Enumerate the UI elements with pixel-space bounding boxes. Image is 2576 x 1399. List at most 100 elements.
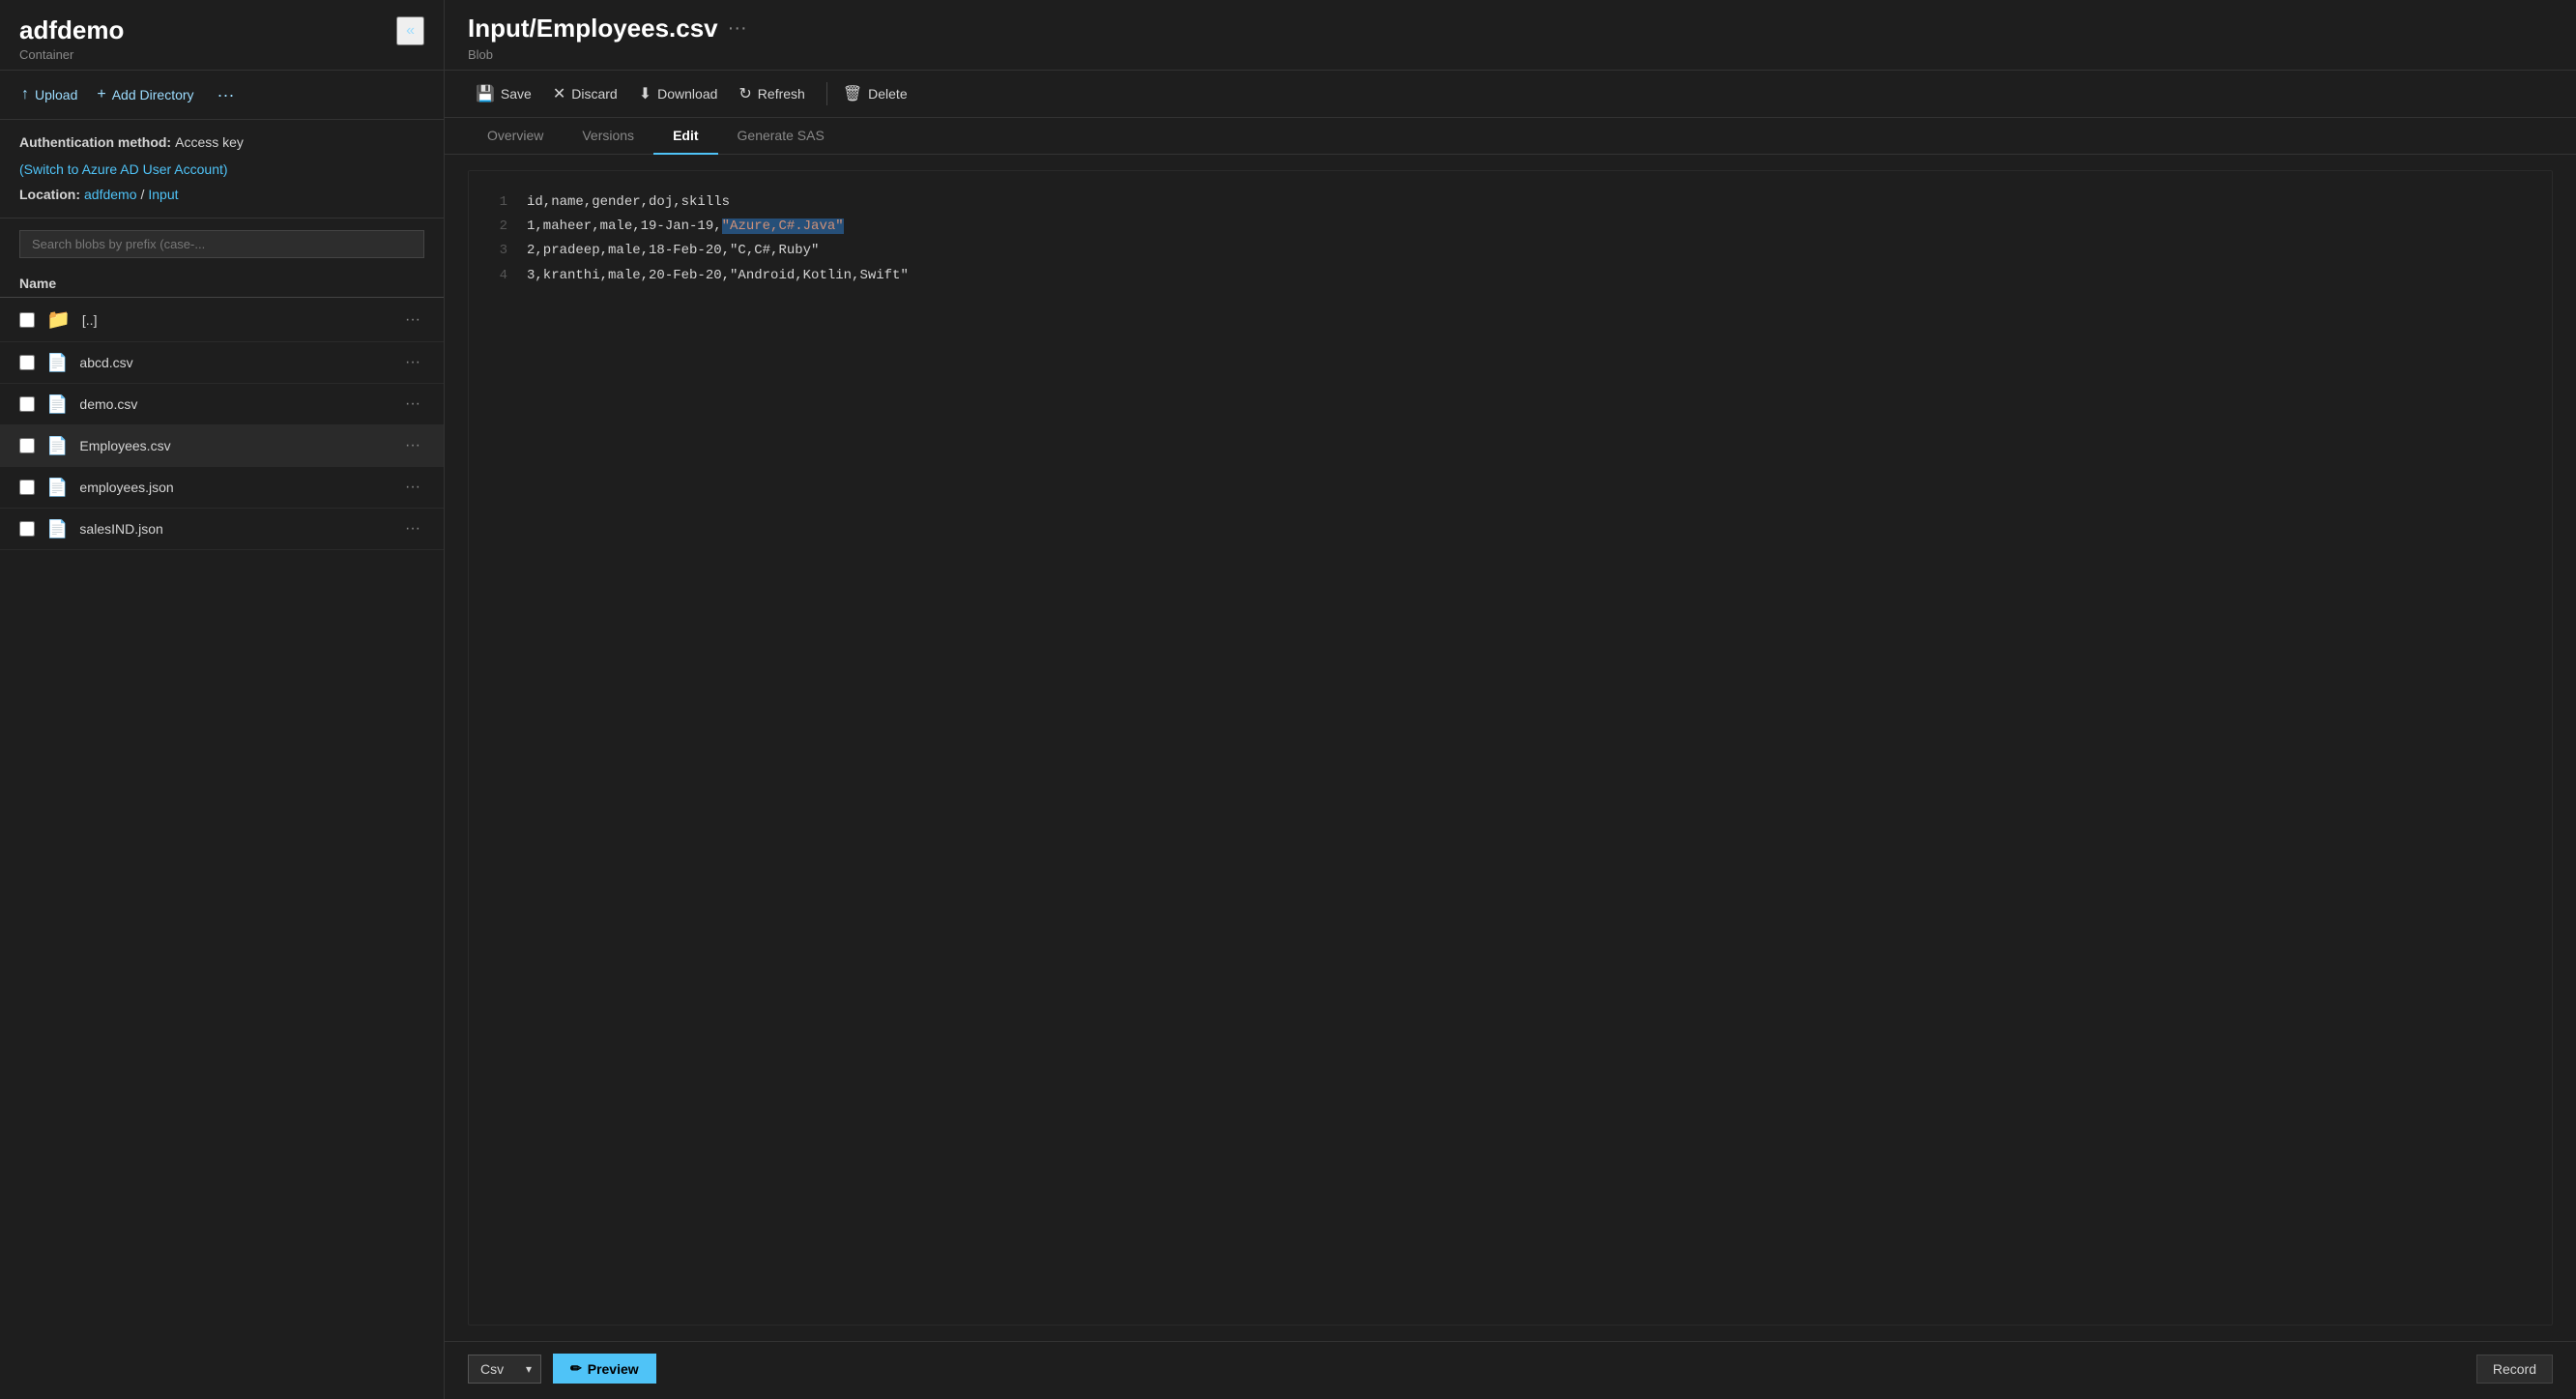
file-list-header: Name <box>0 270 444 298</box>
file-name: abcd.csv <box>79 355 390 370</box>
file-checkbox[interactable] <box>19 355 35 370</box>
file-checkbox[interactable] <box>19 438 35 453</box>
refresh-label: Refresh <box>758 86 805 102</box>
file-type-badge: Blob <box>468 47 2553 62</box>
line-content: id,name,gender,doj,skills <box>527 190 730 215</box>
code-line-4: 4 3,kranthi,male,20-Feb-20,"Android,Kotl… <box>488 264 2533 288</box>
file-more-button[interactable]: ··· <box>401 352 424 373</box>
container-title-row: adfdemo « <box>19 15 424 45</box>
left-panel: adfdemo « Container ↑ Upload + Add Direc… <box>0 0 445 1399</box>
discard-label: Discard <box>571 86 617 102</box>
collapse-button[interactable]: « <box>396 16 424 45</box>
file-more-button[interactable]: ··· <box>401 309 424 331</box>
doc-icon: 📄 <box>46 394 68 415</box>
code-editor: 1 id,name,gender,doj,skills 2 1,maheer,m… <box>468 170 2553 1326</box>
file-checkbox[interactable] <box>19 480 35 495</box>
refresh-button[interactable]: ↻ Refresh <box>731 80 818 107</box>
list-item[interactable]: 📄 salesIND.json ··· <box>0 509 444 550</box>
add-directory-label: Add Directory <box>112 87 194 102</box>
file-checkbox[interactable] <box>19 521 35 537</box>
tab-overview[interactable]: Overview <box>468 118 563 155</box>
list-item[interactable]: 📄 employees.json ··· <box>0 467 444 509</box>
location-separator: / <box>140 184 144 207</box>
search-input[interactable] <box>19 230 424 258</box>
download-button[interactable]: ⬇ Download <box>631 80 732 107</box>
preview-button[interactable]: ✏ Preview <box>553 1354 656 1384</box>
auth-switch-link[interactable]: (Switch to Azure AD User Account) <box>19 159 228 182</box>
bottom-bar: Csv Json Text ▾ ✏ Preview <box>445 1341 2576 1399</box>
format-select[interactable]: Csv Json Text <box>468 1355 541 1384</box>
discard-icon: ✕ <box>553 84 565 103</box>
list-item[interactable]: 📁 [..] ··· <box>0 298 444 342</box>
save-label: Save <box>501 86 532 102</box>
auth-method-line: Authentication method: Access key (Switc… <box>19 131 424 182</box>
list-item[interactable]: 📄 demo.csv ··· <box>0 384 444 425</box>
highlight-string: "Azure,C#.Java" <box>722 219 844 234</box>
toolbar-more-button[interactable]: ··· <box>212 83 241 107</box>
upload-icon: ↑ <box>21 86 29 103</box>
doc-icon: 📄 <box>46 353 68 373</box>
preview-label: Preview <box>588 1361 639 1377</box>
file-name: [..] <box>82 312 390 328</box>
add-directory-button[interactable]: + Add Directory <box>95 82 195 107</box>
auth-method-label: Authentication method: <box>19 131 171 155</box>
upload-label: Upload <box>35 87 77 102</box>
file-more-button[interactable]: ··· <box>401 435 424 456</box>
file-checkbox[interactable] <box>19 312 35 328</box>
line-number: 1 <box>488 190 507 215</box>
format-select-wrapper: Csv Json Text ▾ <box>468 1355 541 1384</box>
auth-method-value: Access key <box>175 131 244 155</box>
refresh-icon: ↻ <box>738 84 751 103</box>
list-item[interactable]: 📄 abcd.csv ··· <box>0 342 444 384</box>
file-name: employees.json <box>79 480 390 495</box>
code-line-2: 2 1,maheer,male,19-Jan-19,"Azure,C#.Java… <box>488 215 2533 239</box>
line-number: 2 <box>488 215 507 239</box>
line-number: 3 <box>488 239 507 263</box>
toolbar-separator <box>826 82 827 105</box>
delete-button[interactable]: 🗑 Delete <box>835 80 921 107</box>
file-list: 📁 [..] ··· 📄 abcd.csv ··· 📄 demo.csv ···… <box>0 298 444 1399</box>
download-label: Download <box>657 86 717 102</box>
upload-button[interactable]: ↑ Upload <box>19 82 79 107</box>
location-link-adfdemo[interactable]: adfdemo <box>84 184 136 207</box>
code-line-3: 3 2,pradeep,male,18-Feb-20,"C,C#,Ruby" <box>488 239 2533 263</box>
record-button[interactable]: Record <box>2476 1355 2553 1384</box>
file-title-more-button[interactable]: ··· <box>728 17 747 40</box>
doc-icon: 📄 <box>46 478 68 498</box>
right-panel: Input/Employees.csv ··· Blob 💾 Save ✕ Di… <box>445 0 2576 1399</box>
download-icon: ⬇ <box>639 84 651 103</box>
right-toolbar: 💾 Save ✕ Discard ⬇ Download ↻ Refresh 🗑 … <box>445 71 2576 118</box>
location-label: Location: <box>19 184 80 207</box>
save-button[interactable]: 💾 Save <box>468 80 545 107</box>
line-number: 4 <box>488 264 507 288</box>
file-name: salesIND.json <box>79 521 390 537</box>
pencil-icon: ✏ <box>570 1360 582 1377</box>
file-name: Employees.csv <box>79 438 390 453</box>
container-name: adfdemo <box>19 15 124 45</box>
tabs-bar: Overview Versions Edit Generate SAS <box>445 118 2576 155</box>
delete-label: Delete <box>868 86 907 102</box>
line-content: 1,maheer,male,19-Jan-19,"Azure,C#.Java" <box>527 215 844 239</box>
doc-icon: 📄 <box>46 436 68 456</box>
file-more-button[interactable]: ··· <box>401 518 424 539</box>
tab-edit[interactable]: Edit <box>653 118 717 155</box>
discard-button[interactable]: ✕ Discard <box>545 80 631 107</box>
right-header: Input/Employees.csv ··· Blob <box>445 0 2576 71</box>
file-title-row: Input/Employees.csv ··· <box>468 14 2553 44</box>
doc-icon: 📄 <box>46 519 68 539</box>
location-link-input[interactable]: Input <box>148 184 178 207</box>
code-line-1: 1 id,name,gender,doj,skills <box>488 190 2533 215</box>
auth-section: Authentication method: Access key (Switc… <box>0 120 444 219</box>
delete-icon: 🗑 <box>843 84 862 103</box>
list-item[interactable]: 📄 Employees.csv ··· <box>0 425 444 467</box>
tab-generate-sas[interactable]: Generate SAS <box>718 118 844 155</box>
file-title: Input/Employees.csv <box>468 14 718 44</box>
tab-versions[interactable]: Versions <box>563 118 653 155</box>
file-more-button[interactable]: ··· <box>401 393 424 415</box>
file-more-button[interactable]: ··· <box>401 477 424 498</box>
file-name: demo.csv <box>79 396 390 412</box>
save-icon: 💾 <box>476 84 495 103</box>
line-content: 3,kranthi,male,20-Feb-20,"Android,Kotlin… <box>527 264 909 288</box>
add-directory-icon: + <box>97 86 105 103</box>
file-checkbox[interactable] <box>19 396 35 412</box>
